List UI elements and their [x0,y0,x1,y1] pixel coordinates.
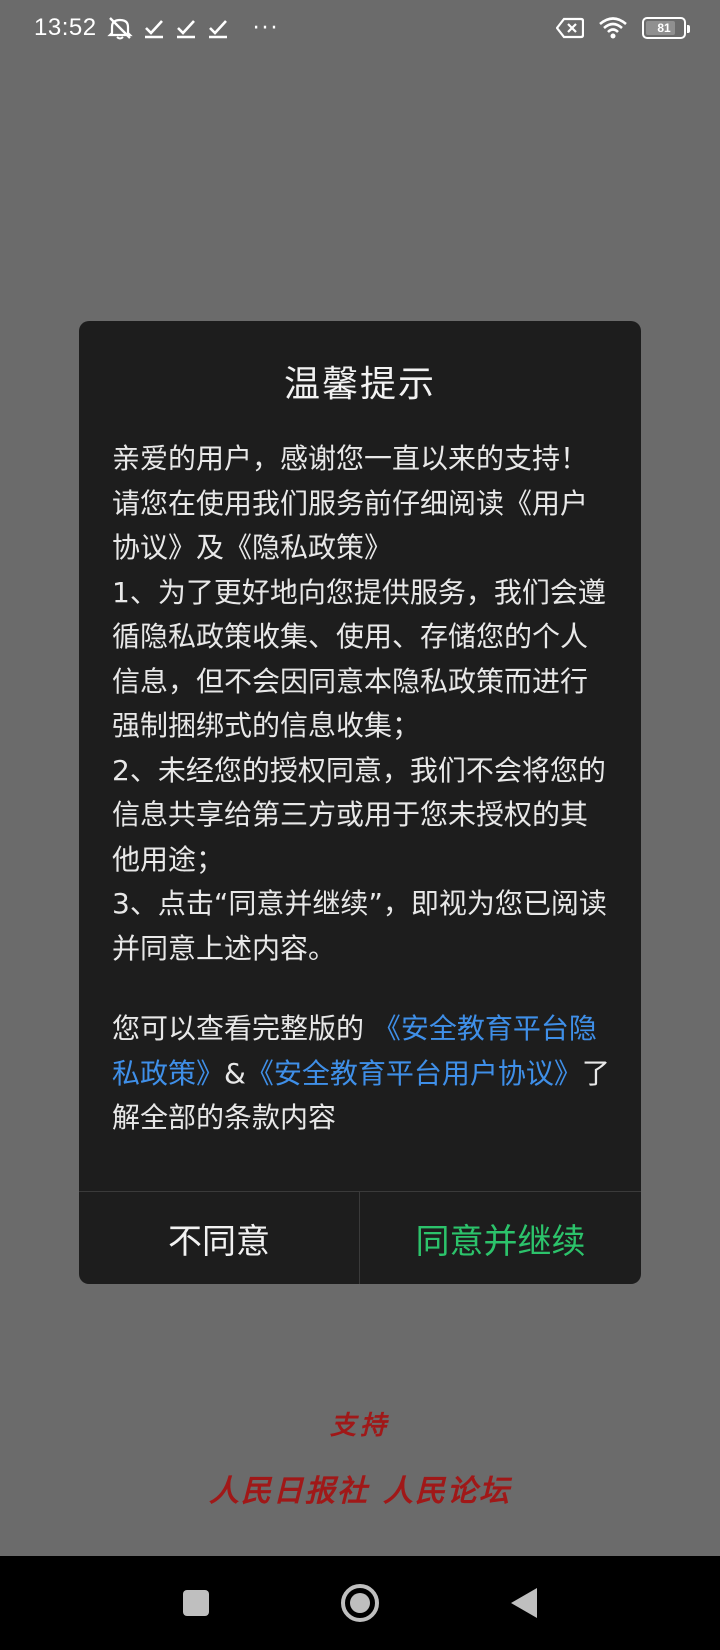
sponsor-org-peoples-daily: 人民日报社 [209,1474,369,1509]
accept-continue-button[interactable]: 同意并继续 [360,1192,641,1284]
sponsor-support-text: 支持 [329,1411,390,1441]
battery-icon: 81 [642,17,690,39]
home-button[interactable] [330,1556,390,1650]
status-bar: 13:52 ··· 81 [0,0,720,56]
status-left: 13:52 ··· [34,14,280,42]
dialog-paragraph: 亲爱的用户，感谢您一直以来的支持！请您在使用我们服务前仔细阅读《用户协议》及《隐… [112,442,589,564]
status-right: 81 [556,16,690,40]
sponsor-orgs: 人民日报社 人民论坛 [0,1466,720,1510]
dialog-footer-text: 您可以查看完整版的 《安全教育平台隐私政策》&《安全教育平台用户协议》了解全部的… [112,1007,612,1141]
dialog-body: 亲爱的用户，感谢您一直以来的支持！请您在使用我们服务前仔细阅读《用户协议》及《隐… [112,437,612,1141]
check-icon [175,17,197,39]
recents-button[interactable] [166,1556,226,1650]
circle-icon [341,1584,379,1622]
user-agreement-link[interactable]: 《安全教育平台用户协议》 [246,1057,582,1090]
more-dots-icon: ··· [252,15,280,41]
privacy-dialog: 温馨提示 亲爱的用户，感谢您一直以来的支持！请您在使用我们服务前仔细阅读《用户协… [79,321,641,1284]
footer-prefix: 您可以查看完整版的 [112,1012,373,1045]
sponsor-org-peoples-forum: 人民论坛 [383,1474,511,1509]
dialog-paragraph: 1、为了更好地向您提供服务，我们会遵循隐私政策收集、使用、存储您的个人信息，但不… [112,575,606,743]
back-triangle-icon [511,1588,537,1618]
wifi-icon [598,16,628,40]
dialog-paragraph: 3、点击“同意并继续”，即视为您已阅读并同意上述内容。 [112,887,607,965]
status-time: 13:52 [34,14,97,41]
back-button[interactable] [494,1556,554,1650]
sponsor-logo: 支持 人民日报社 人民论坛 [0,1405,720,1510]
decline-button[interactable]: 不同意 [79,1192,359,1284]
no-sim-icon [556,17,584,39]
notifications-muted-icon [106,16,133,40]
footer-separator: & [224,1056,246,1090]
navigation-bar [0,1556,720,1650]
dialog-title: 温馨提示 [283,364,436,405]
dialog-paragraph: 2、未经您的授权同意，我们不会将您的信息共享给第三方或用于您未授权的其他用途； [112,753,606,876]
square-icon [183,1590,209,1616]
check-icon [143,17,165,39]
check-icon [207,17,229,39]
battery-level: 81 [657,21,671,35]
